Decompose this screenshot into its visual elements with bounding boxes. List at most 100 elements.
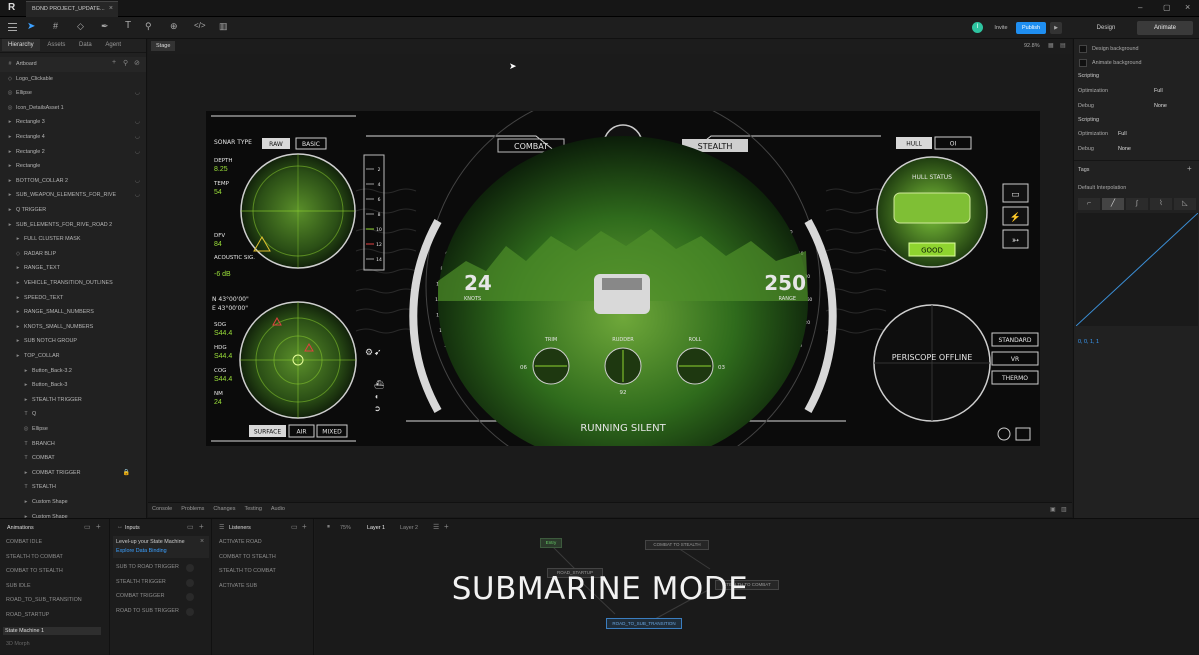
visibility-eye-icon[interactable]: ◡: [135, 130, 140, 145]
input-item[interactable]: COMBAT TRIGGER: [116, 593, 165, 599]
pen-tool-icon[interactable]: ✒: [101, 21, 109, 32]
input-item[interactable]: ROAD TO SUB TRIGGER: [116, 608, 179, 614]
hierarchy-item[interactable]: ◇ RADAR BLIP: [0, 247, 146, 262]
hierarchy-item[interactable]: ▸ Rectangle 2 ◡: [0, 145, 146, 160]
trigger-toggle[interactable]: [186, 593, 194, 602]
visibility-eye-icon[interactable]: ◡: [135, 115, 140, 130]
console-tab-audio[interactable]: Audio: [271, 506, 285, 512]
add-animation-icon[interactable]: +: [96, 522, 101, 531]
step-interp-icon[interactable]: ◺: [1174, 198, 1196, 210]
select-tool-icon[interactable]: ➤: [27, 21, 35, 32]
text-tool-icon[interactable]: T: [125, 20, 131, 31]
entry-node[interactable]: Entry: [540, 538, 562, 548]
animation-item[interactable]: 3D Morph: [6, 641, 30, 647]
add-tag-icon[interactable]: +: [1187, 164, 1192, 173]
dashboard-artboard[interactable]: SONAR TYPE RAW BASIC DEPTH 8.25 TEMP 54 …: [206, 111, 1040, 446]
hierarchy-item[interactable]: ▸ KNOTS_SMALL_NUMBERS: [0, 320, 146, 335]
linear-interp-icon[interactable]: ╱: [1102, 198, 1124, 210]
invite-button[interactable]: Invite: [988, 22, 1014, 34]
hierarchy-item[interactable]: ▸ BOTTOM_COLLAR 2 ◡: [0, 174, 146, 189]
hierarchy-item[interactable]: TQ: [0, 407, 146, 422]
folder-icon[interactable]: ▭: [84, 523, 91, 531]
optimization-select-2[interactable]: Full: [1118, 131, 1127, 137]
hierarchy-item[interactable]: ▸ Rectangle: [0, 159, 146, 174]
hierarchy-item[interactable]: T BRANCH: [0, 437, 146, 452]
window-minimize-icon[interactable]: –: [1138, 3, 1142, 12]
inputs-folder-icon[interactable]: ▭: [187, 523, 194, 531]
tab-data[interactable]: Data: [73, 39, 98, 51]
trigger-toggle[interactable]: [186, 607, 194, 616]
optimization-select[interactable]: Full: [1154, 88, 1163, 94]
tab-assets[interactable]: Assets: [41, 39, 71, 51]
hierarchy-item[interactable]: ▸ Q TRIGGER: [0, 203, 146, 218]
elastic-interp-icon[interactable]: ⌇: [1150, 198, 1172, 210]
hierarchy-item[interactable]: ▸ RANGE_SMALL_NUMBERS: [0, 305, 146, 320]
tab-hierarchy[interactable]: Hierarchy: [2, 39, 40, 51]
close-tab-icon[interactable]: ×: [109, 5, 113, 12]
hierarchy-item[interactable]: ▸ SUB_ELEMENTS_FOR_RIVE_ROAD 2: [0, 218, 146, 233]
window-close-icon[interactable]: ×: [1185, 2, 1190, 12]
console-tab-console[interactable]: Console: [152, 506, 172, 512]
visibility-eye-icon[interactable]: ◡: [135, 86, 140, 101]
visibility-eye-icon[interactable]: ◡: [135, 188, 140, 203]
play-button[interactable]: ▶: [1050, 22, 1062, 34]
hierarchy-item[interactable]: ▸ VEHICLE_TRANSITION_OUTLINES: [0, 276, 146, 291]
component-tool-icon[interactable]: ⊕: [170, 21, 178, 32]
hierarchy-item[interactable]: ▸ Custom Shape: [0, 495, 146, 510]
hierarchy-item[interactable]: ▸ Button_Back-3.2: [0, 364, 146, 379]
window-maximize-icon[interactable]: ▢: [1163, 3, 1171, 12]
animation-item[interactable]: ROAD_STARTUP: [6, 612, 49, 618]
animation-item[interactable]: ROAD_TO_SUB_TRANSITION: [6, 597, 82, 603]
hierarchy-item[interactable]: ▸ Button_Back-3: [0, 378, 146, 393]
design-mode-tab[interactable]: Design: [1078, 21, 1134, 35]
trigger-toggle[interactable]: [186, 578, 194, 587]
menu-icon[interactable]: [8, 23, 17, 31]
hierarchy-item[interactable]: ▸ STEALTH TRIGGER: [0, 393, 146, 408]
visibility-eye-icon[interactable]: ◡: [135, 145, 140, 160]
layout-icon[interactable]: ▤: [1060, 42, 1066, 49]
console-tab-changes[interactable]: Changes: [213, 506, 235, 512]
listener-item[interactable]: ACTIVATE SUB: [219, 583, 257, 589]
hierarchy-item[interactable]: T STEALTH: [0, 480, 146, 495]
hierarchy-item[interactable]: ▸ SUB_WEAPON_ELEMENTS_FOR_RIVE ◡: [0, 188, 146, 203]
promo-link[interactable]: Explore Data Binding: [116, 548, 167, 554]
lock-icon[interactable]: 🔒: [123, 466, 130, 481]
bone-tool-icon[interactable]: ⚲: [145, 21, 152, 32]
publish-button[interactable]: Publish: [1016, 22, 1046, 34]
hierarchy-item[interactable]: ◎ Icon_DetailsAsset 1: [0, 101, 146, 116]
hierarchy-item[interactable]: ◎ Ellipse ◡: [0, 86, 146, 101]
design-background-swatch[interactable]: [1079, 45, 1087, 53]
hierarchy-item[interactable]: ▸ RANGE_TEXT: [0, 261, 146, 276]
panel-expand-icon[interactable]: ▥: [1061, 506, 1067, 513]
tab-agent[interactable]: Agent: [99, 39, 127, 51]
combat-to-stealth-node[interactable]: COMBAT TO STEALTH: [645, 540, 709, 550]
settings-icon[interactable]: ⚙: [365, 347, 373, 357]
listener-item[interactable]: COMBAT TO STEALTH: [219, 554, 276, 560]
console-tab-problems[interactable]: Problems: [181, 506, 204, 512]
add-listener-icon[interactable]: +: [302, 522, 307, 531]
hierarchy-item[interactable]: ▸ SPEEDO_TEXT: [0, 291, 146, 306]
shape-tool-icon[interactable]: ◇: [77, 21, 84, 32]
hierarchy-item[interactable]: ◎ Ellipse: [0, 422, 146, 437]
listener-item[interactable]: STEALTH TO COMBAT: [219, 568, 276, 574]
listeners-folder-icon[interactable]: ▭: [291, 523, 298, 531]
hierarchy-item[interactable]: T COMBAT: [0, 451, 146, 466]
animate-mode-tab[interactable]: Animate: [1137, 21, 1193, 35]
animation-item[interactable]: State Machine 1: [3, 626, 101, 635]
grid-icon[interactable]: ▦: [1048, 42, 1054, 49]
animate-background-swatch[interactable]: [1079, 59, 1087, 67]
animation-item[interactable]: COMBAT TO STEALTH: [6, 568, 63, 574]
pointer-icon[interactable]: ➹: [374, 347, 382, 357]
interpolation-curve[interactable]: [1076, 213, 1198, 326]
frame-tool-icon[interactable]: #: [53, 21, 58, 31]
animation-item[interactable]: STEALTH TO COMBAT: [6, 554, 63, 560]
trigger-toggle[interactable]: [186, 564, 194, 572]
input-item[interactable]: STEALTH TRIGGER: [116, 579, 166, 585]
animation-item[interactable]: SUB IDLE: [6, 583, 31, 589]
hierarchy-item[interactable]: ▸ Rectangle 4 ◡: [0, 130, 146, 145]
hold-interp-icon[interactable]: ⌐: [1078, 198, 1100, 210]
input-item[interactable]: SUB TO ROAD TRIGGER: [116, 564, 179, 570]
hierarchy-item[interactable]: ▸ SUB NOTCH GROUP: [0, 334, 146, 349]
hierarchy-item[interactable]: ▸ FULL CLUSTER MASK: [0, 232, 146, 247]
document-tab[interactable]: BOND PROJECT_UPDATE... ×: [26, 1, 118, 17]
